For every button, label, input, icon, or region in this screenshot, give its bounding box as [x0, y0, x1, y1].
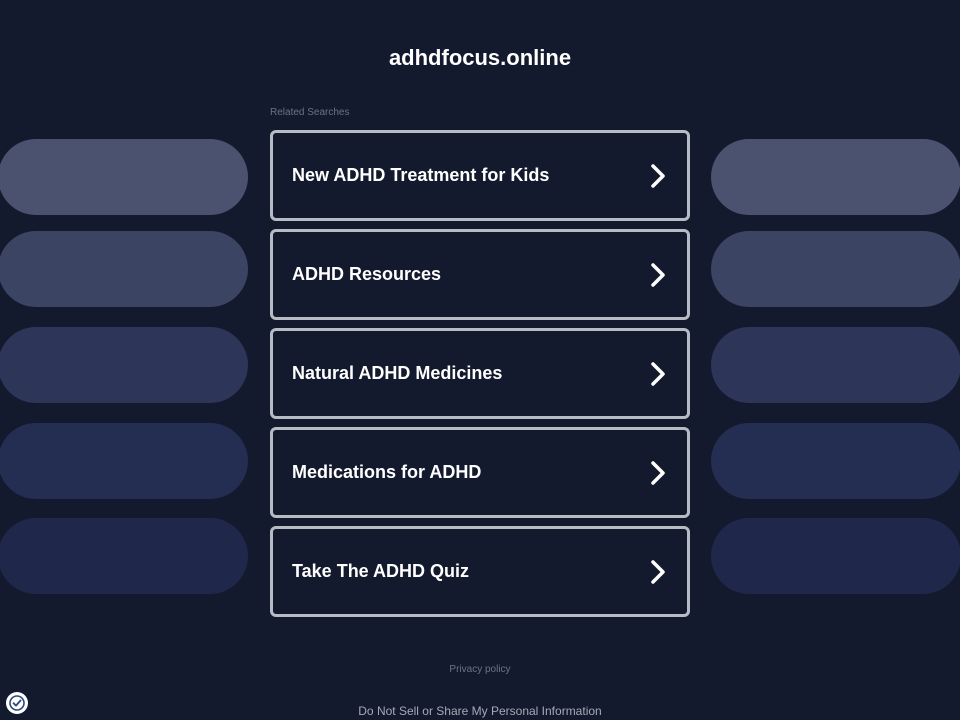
decorative-pill — [0, 231, 248, 307]
search-link-label: Medications for ADHD — [292, 462, 482, 482]
decorative-pill — [0, 518, 248, 594]
chevron-right-icon — [647, 262, 669, 288]
search-link-medications-for-adhd[interactable]: Medications for ADHD — [270, 427, 690, 518]
search-link-label: ADHD Resources — [292, 264, 442, 284]
search-link-adhd-resources[interactable]: ADHD Resources — [270, 229, 690, 320]
decorative-pill — [0, 423, 248, 499]
decorative-pill — [711, 231, 960, 307]
search-link-label: New ADHD Treatment for Kids — [292, 165, 550, 185]
site-title: adhdfocus.online — [388, 45, 572, 70]
chevron-right-icon — [647, 163, 669, 189]
search-link-natural-adhd-medicines[interactable]: Natural ADHD Medicines — [270, 328, 690, 419]
decorative-pill — [711, 518, 960, 594]
search-link-label: Take The ADHD Quiz — [292, 561, 470, 581]
privacy-policy-link[interactable]: Privacy policy — [0, 664, 960, 675]
do-not-sell-link[interactable]: Do Not Sell or Share My Personal Informa… — [0, 704, 960, 718]
search-link-take-the-adhd-quiz[interactable]: Take The ADHD Quiz — [270, 526, 690, 617]
decorative-pill — [0, 139, 248, 215]
chevron-right-icon — [647, 460, 669, 486]
chevron-right-icon — [647, 361, 669, 387]
decorative-pill — [711, 327, 960, 403]
decorative-pill — [0, 327, 248, 403]
decorative-pill — [711, 423, 960, 499]
related-searches-label: Related Searches — [270, 107, 350, 118]
related-searches-list: New ADHD Treatment for Kids ADHD Resourc… — [270, 130, 690, 625]
search-link-label: Natural ADHD Medicines — [292, 363, 503, 383]
page: adhdfocus.online Related Searches New AD… — [0, 0, 960, 720]
decorative-pill — [711, 139, 960, 215]
privacy-consent-icon[interactable] — [6, 692, 28, 714]
search-link-new-adhd-treatment-for-kids[interactable]: New ADHD Treatment for Kids — [270, 130, 690, 221]
chevron-right-icon — [647, 559, 669, 585]
